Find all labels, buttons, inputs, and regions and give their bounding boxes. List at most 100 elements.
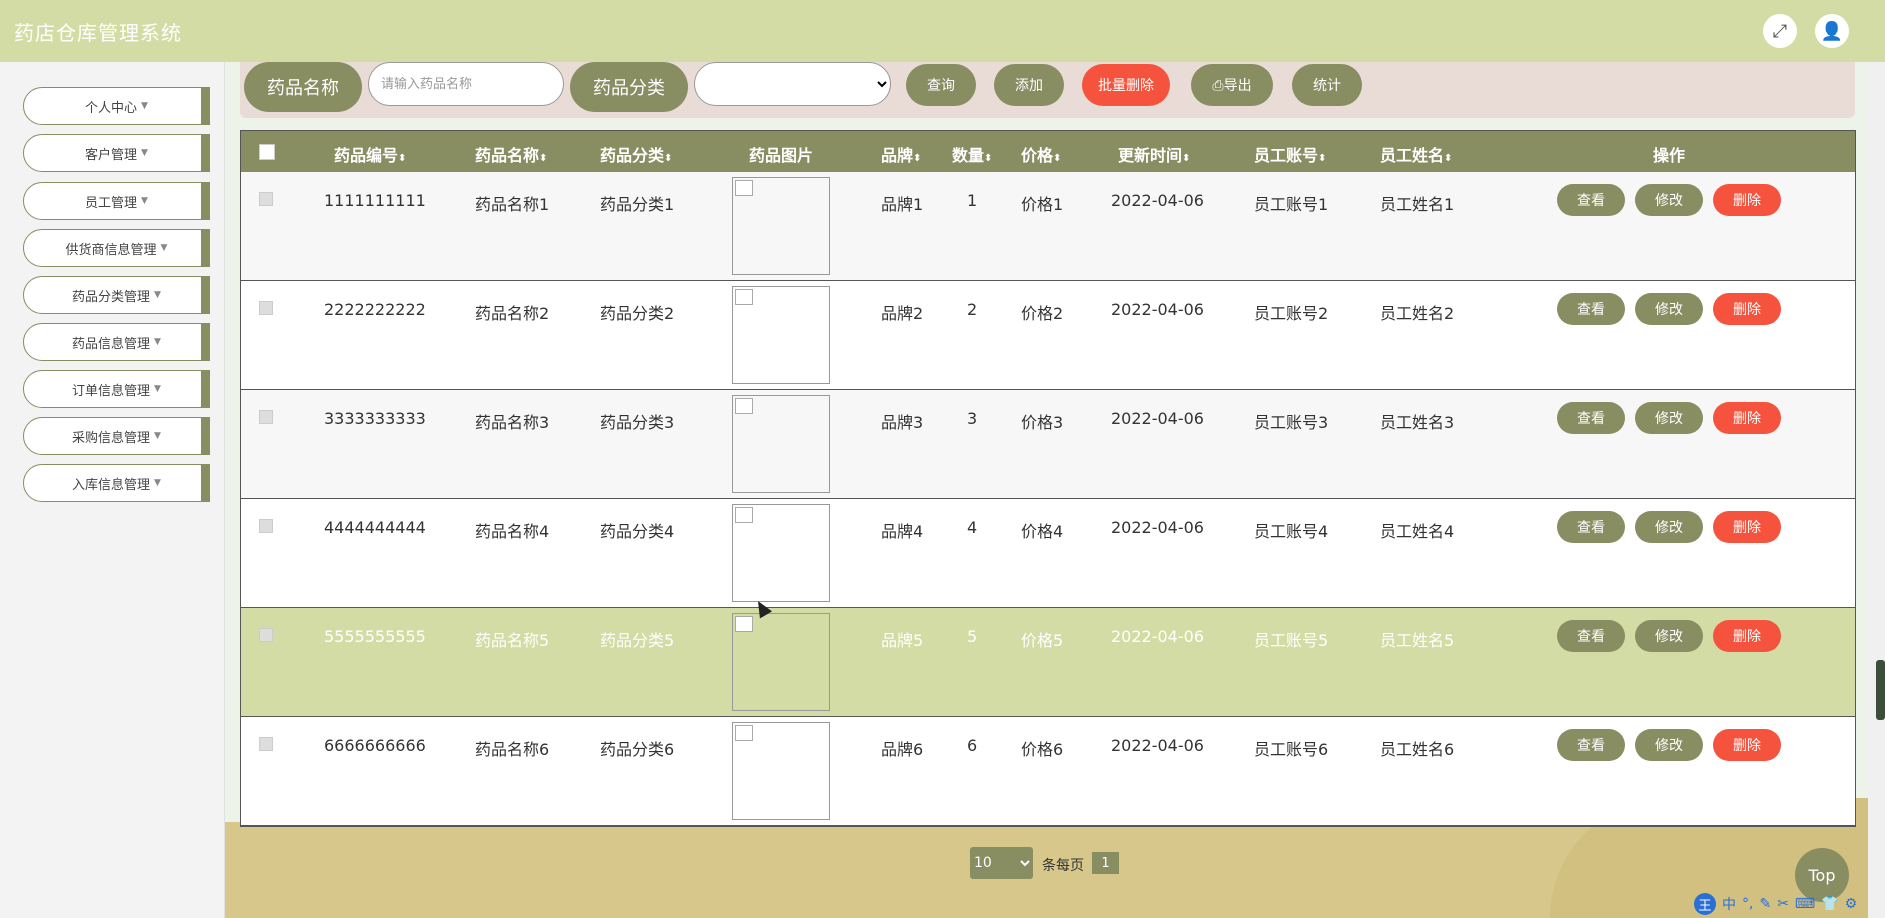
batch-delete-button[interactable]: 批量删除 (1082, 64, 1170, 106)
ime-punctuation-icon[interactable]: °, (1742, 896, 1753, 912)
table-row[interactable]: 5555555555 药品名称5 药品分类5 品牌5 5 价格5 2022-04-06 员工账… (241, 608, 1855, 717)
col-brand[interactable]: 品牌⬍ (881, 142, 921, 166)
page-number-1[interactable]: 1 (1092, 852, 1119, 874)
col-drug-image: 药品图片 (749, 146, 814, 165)
table-row[interactable]: 4444444444 药品名称4 药品分类4 品牌4 4 价格4 2022-04-06 员工账… (241, 499, 1855, 608)
col-emp-account[interactable]: 员工账号⬍ (1254, 142, 1326, 166)
col-quantity[interactable]: 数量⬍ (952, 142, 992, 166)
row-checkbox[interactable] (259, 410, 273, 424)
delete-button[interactable]: 删除 (1713, 402, 1781, 434)
view-button[interactable]: 查看 (1557, 511, 1625, 543)
sidebar-item-label: 采购信息管理 (72, 430, 151, 446)
sidebar-item-stock-in[interactable]: 入库信息管理 ▼ (23, 464, 210, 502)
drug-name-cell: 药品名称3 (475, 413, 550, 432)
drug-category-cell: 药品分类1 (600, 195, 675, 214)
delete-button[interactable]: 删除 (1713, 511, 1781, 543)
table-row[interactable]: 2222222222 药品名称2 药品分类2 品牌2 2 价格2 2022-04-06 员工账… (241, 281, 1855, 390)
delete-button[interactable]: 删除 (1713, 729, 1781, 761)
brand-cell: 品牌1 (881, 195, 924, 214)
add-button[interactable]: 添加 (994, 64, 1064, 106)
col-actions: 操作 (1653, 146, 1686, 165)
col-drug-category[interactable]: 药品分类⬍ (600, 142, 672, 166)
emp-name-cell: 员工姓名3 (1380, 413, 1455, 432)
sidebar-item-label: 药品分类管理 (72, 289, 151, 305)
query-button[interactable]: 查询 (906, 64, 976, 106)
ime-settings-icon[interactable]: ⚙ (1845, 896, 1858, 912)
view-button[interactable]: 查看 (1557, 402, 1625, 434)
page-size-select[interactable]: 10 (970, 847, 1033, 879)
drug-image-broken-icon (732, 722, 830, 820)
delete-button[interactable]: 删除 (1713, 293, 1781, 325)
stats-button[interactable]: 统计 (1292, 64, 1362, 106)
ime-pen-icon[interactable]: ✎ (1759, 896, 1771, 912)
col-emp-name[interactable]: 员工姓名⬍ (1380, 142, 1452, 166)
sidebar-item-label: 订单信息管理 (72, 383, 151, 399)
sidebar-item-personal-center[interactable]: 个人中心 ▼ (23, 87, 210, 125)
drug-name-cell: 药品名称1 (475, 195, 550, 214)
drug-name-cell: 药品名称6 (475, 740, 550, 759)
view-button[interactable]: 查看 (1557, 620, 1625, 652)
view-button[interactable]: 查看 (1557, 293, 1625, 325)
edit-button[interactable]: 修改 (1635, 293, 1703, 325)
user-icon[interactable]: 👤 (1815, 14, 1849, 48)
edit-button[interactable]: 修改 (1635, 620, 1703, 652)
table-row[interactable]: 6666666666 药品名称6 药品分类6 品牌6 6 价格6 2022-04-06 员工账… (241, 717, 1855, 826)
caret-down-icon: ▼ (154, 290, 161, 300)
scrollbar[interactable] (1868, 62, 1885, 918)
drug-name-input[interactable] (368, 62, 564, 106)
emp-name-cell: 员工姓名6 (1380, 740, 1455, 759)
table-row[interactable]: 3333333333 药品名称3 药品分类3 品牌3 3 价格3 2022-04-06 员工账… (241, 390, 1855, 499)
drug-category-label: 药品分类 (570, 62, 688, 112)
caret-down-icon: ▼ (154, 337, 161, 347)
edit-button[interactable]: 修改 (1635, 402, 1703, 434)
drug-id-cell: 5555555555 (324, 627, 426, 646)
edit-button[interactable]: 修改 (1635, 729, 1703, 761)
row-checkbox[interactable] (259, 192, 273, 206)
sidebar-item-customers[interactable]: 客户管理 ▼ (23, 134, 210, 172)
sort-icon: ⬍ (913, 153, 922, 164)
brand-cell: 品牌5 (881, 631, 924, 650)
ime-scissors-icon[interactable]: ✂ (1777, 896, 1789, 912)
sidebar-item-suppliers[interactable]: 供货商信息管理 ▼ (23, 229, 210, 267)
select-all-checkbox[interactable] (259, 144, 275, 160)
col-price[interactable]: 价格⬍ (1021, 142, 1061, 166)
quantity-cell: 3 (967, 409, 978, 428)
view-button[interactable]: 查看 (1557, 184, 1625, 216)
updated-cell: 2022-04-06 (1111, 518, 1204, 537)
col-drug-name[interactable]: 药品名称⬍ (475, 142, 547, 166)
price-cell: 价格2 (1021, 304, 1064, 323)
ime-chinese-icon[interactable]: 中 (1722, 894, 1736, 914)
sidebar-item-purchases[interactable]: 采购信息管理 ▼ (23, 417, 210, 455)
fullscreen-icon[interactable]: ⤢ (1763, 14, 1797, 48)
col-drug-id[interactable]: 药品编号⬍ (334, 142, 406, 166)
ime-logo-icon[interactable]: 王 (1694, 893, 1716, 915)
export-button[interactable]: ⎙ 导出 (1191, 64, 1273, 106)
row-checkbox[interactable] (259, 301, 273, 315)
updated-cell: 2022-04-06 (1111, 191, 1204, 210)
table-row[interactable]: 1111111111 药品名称1 药品分类1 品牌1 1 价格1 2022-04-06 员工账… (241, 172, 1855, 281)
row-checkbox[interactable] (259, 737, 273, 751)
emp-account-cell: 员工账号3 (1254, 413, 1329, 432)
view-button[interactable]: 查看 (1557, 729, 1625, 761)
emp-name-cell: 员工姓名4 (1380, 522, 1455, 541)
ime-keyboard-icon[interactable]: ⌨ (1795, 896, 1815, 912)
row-checkbox[interactable] (259, 519, 273, 533)
sidebar-item-employees[interactable]: 员工管理 ▼ (23, 182, 210, 220)
quantity-cell: 1 (967, 191, 978, 210)
drug-category-select[interactable] (694, 62, 891, 106)
edit-button[interactable]: 修改 (1635, 184, 1703, 216)
updated-cell: 2022-04-06 (1111, 409, 1204, 428)
delete-button[interactable]: 删除 (1713, 184, 1781, 216)
edit-button[interactable]: 修改 (1635, 511, 1703, 543)
delete-button[interactable]: 删除 (1713, 620, 1781, 652)
scrollbar-thumb[interactable] (1876, 660, 1885, 720)
sidebar-item-drug-categories[interactable]: 药品分类管理 ▼ (23, 276, 210, 314)
caret-down-icon: ▼ (154, 478, 161, 488)
sidebar-item-drug-info[interactable]: 药品信息管理 ▼ (23, 323, 210, 361)
quantity-cell: 2 (967, 300, 978, 319)
row-checkbox[interactable] (259, 628, 273, 642)
col-updated[interactable]: 更新时间⬍ (1118, 142, 1190, 166)
ime-shirt-icon[interactable]: 👕 (1821, 896, 1838, 912)
sidebar-item-orders[interactable]: 订单信息管理 ▼ (23, 370, 210, 408)
per-page-text: 条每页 (1042, 858, 1084, 874)
